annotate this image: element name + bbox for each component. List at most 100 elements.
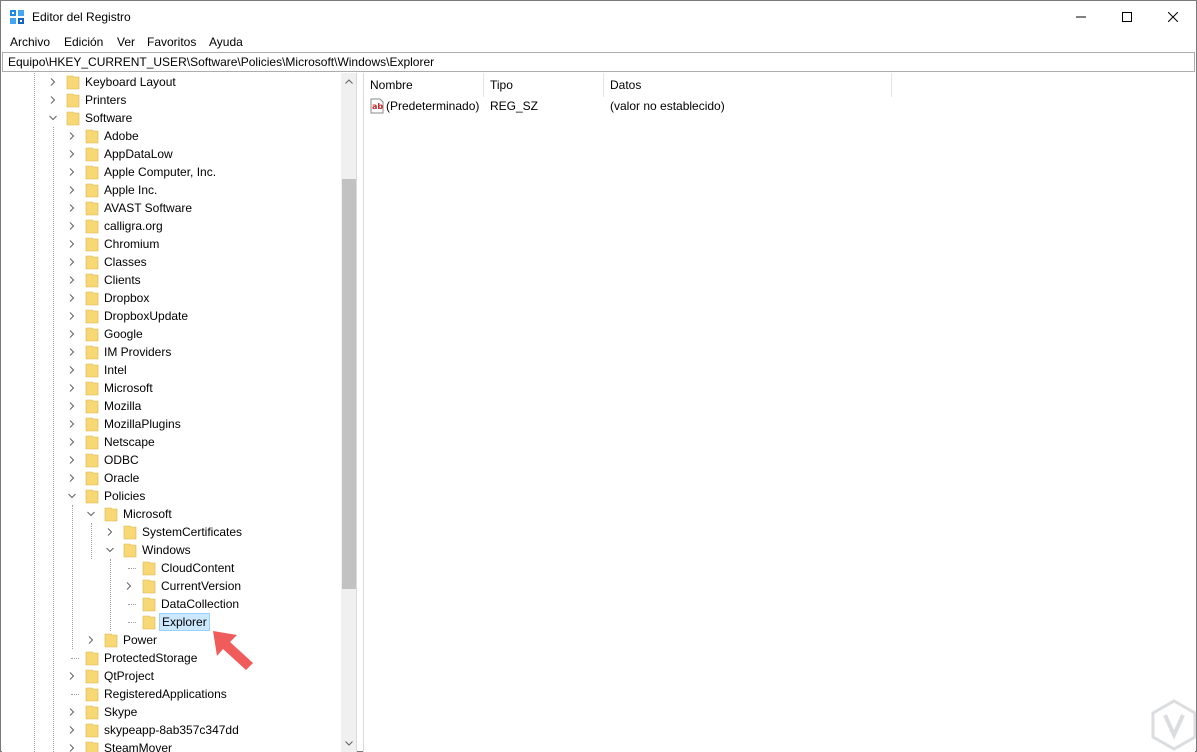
menu-archivo[interactable]: Archivo — [9, 34, 51, 50]
tree-item-label: CloudContent — [161, 561, 235, 575]
close-button[interactable] — [1150, 1, 1196, 32]
expand-toggle[interactable] — [65, 343, 79, 361]
expand-toggle[interactable] — [65, 469, 79, 487]
chevron-right-icon — [69, 186, 75, 194]
expand-toggle[interactable] — [65, 289, 79, 307]
expand-toggle[interactable] — [65, 721, 79, 739]
folder-icon — [66, 93, 80, 108]
chevron-right-icon — [69, 348, 75, 356]
expand-toggle[interactable] — [65, 145, 79, 163]
expand-toggle[interactable] — [65, 307, 79, 325]
menu-ayuda[interactable]: Ayuda — [208, 34, 244, 50]
folder-icon — [85, 489, 99, 504]
window-title: Editor del Registro — [32, 10, 131, 24]
menu-edicion[interactable]: Edición — [63, 34, 104, 50]
chevron-down-icon — [87, 511, 95, 517]
scroll-thumb[interactable] — [342, 179, 356, 589]
expand-toggle[interactable] — [65, 739, 79, 752]
tree-item-label: CurrentVersion — [161, 579, 242, 593]
folder-icon — [104, 633, 118, 648]
expand-toggle[interactable] — [65, 451, 79, 469]
expand-toggle[interactable] — [65, 361, 79, 379]
expand-toggle[interactable] — [65, 667, 79, 685]
scroll-down-button[interactable] — [341, 735, 356, 752]
key-tree-pane[interactable]: Keyboard Layout Printers Software Adobe AppD… — [2, 73, 357, 752]
expand-toggle[interactable] — [46, 91, 60, 109]
expand-toggle[interactable] — [65, 253, 79, 271]
tree-item-label: SystemCertificates — [142, 525, 243, 539]
expand-toggle[interactable] — [65, 271, 79, 289]
expand-toggle[interactable] — [65, 163, 79, 181]
folder-icon — [85, 453, 99, 468]
collapse-toggle[interactable] — [84, 505, 98, 523]
expand-toggle[interactable] — [65, 703, 79, 721]
collapse-toggle[interactable] — [46, 109, 60, 127]
folder-icon — [85, 309, 99, 324]
folder-icon — [85, 687, 99, 702]
value-type: REG_SZ — [490, 99, 539, 113]
chevron-right-icon — [50, 96, 56, 104]
registry-editor-window: Editor del Registro Archivo Edición Ver … — [0, 0, 1197, 752]
tree-connector-line — [128, 622, 136, 623]
tree-item-label: Google — [104, 327, 143, 341]
column-header-datos[interactable]: Datos — [604, 73, 892, 97]
expand-toggle[interactable] — [84, 631, 98, 649]
tree-item-label: Keyboard Layout — [85, 75, 176, 89]
expand-toggle[interactable] — [65, 127, 79, 145]
tree-item-label: DropboxUpdate — [104, 309, 189, 323]
tree-item-label: Intel — [104, 363, 127, 377]
tree-item-label: Netscape — [104, 435, 155, 449]
column-header-tipo[interactable]: Tipo — [484, 73, 604, 97]
collapse-toggle[interactable] — [103, 541, 117, 559]
expand-toggle[interactable] — [65, 181, 79, 199]
expand-toggle[interactable] — [65, 415, 79, 433]
tree-connector — [122, 595, 136, 613]
tree-item-label: DataCollection — [161, 597, 240, 611]
tree-item-label: ProtectedStorage — [104, 651, 198, 665]
chevron-right-icon — [107, 528, 113, 536]
tree-item[interactable]: Software — [2, 109, 340, 127]
tree-item-label: Dropbox — [104, 291, 150, 305]
expand-toggle[interactable] — [46, 73, 60, 91]
tree-item-label: Chromium — [104, 237, 160, 251]
tree-connector — [122, 559, 136, 577]
chevron-right-icon — [69, 708, 75, 716]
chevron-right-icon — [69, 168, 75, 176]
folder-icon — [85, 219, 99, 234]
tree-guide-line — [34, 73, 35, 752]
menu-ver[interactable]: Ver — [116, 34, 136, 50]
maximize-button[interactable] — [1104, 1, 1150, 32]
list-item[interactable]: ab (Predeterminado) REG_SZ (valor no est… — [364, 97, 1196, 115]
values-list-pane[interactable]: Nombre Tipo Datos ab (Predeterminado) RE… — [363, 73, 1195, 752]
column-header-nombre[interactable]: Nombre — [364, 73, 484, 97]
folder-icon — [85, 183, 99, 198]
expand-toggle[interactable] — [65, 217, 79, 235]
expand-toggle[interactable] — [65, 397, 79, 415]
expand-toggle[interactable] — [65, 235, 79, 253]
menu-favoritos[interactable]: Favoritos — [146, 34, 197, 50]
chevron-right-icon — [69, 204, 75, 212]
expand-toggle[interactable] — [103, 523, 117, 541]
chevron-up-icon — [345, 79, 353, 84]
folder-icon — [104, 507, 118, 522]
expand-toggle[interactable] — [65, 325, 79, 343]
expand-toggle[interactable] — [65, 379, 79, 397]
tree-item-label: QtProject — [104, 669, 155, 683]
tree-connector-line — [128, 604, 136, 605]
chevron-right-icon — [69, 402, 75, 410]
chevron-down-icon — [68, 493, 76, 499]
tree-connector — [122, 613, 136, 631]
expand-toggle[interactable] — [65, 199, 79, 217]
address-bar[interactable]: Equipo\HKEY_CURRENT_USER\Software\Polici… — [2, 52, 1195, 72]
expand-toggle[interactable] — [122, 577, 136, 595]
title-bar[interactable]: Editor del Registro — [1, 1, 1196, 32]
scroll-up-button[interactable] — [341, 73, 356, 90]
expand-toggle[interactable] — [65, 433, 79, 451]
minimize-button[interactable] — [1058, 1, 1104, 32]
collapse-toggle[interactable] — [65, 487, 79, 505]
tree-item[interactable]: Keyboard Layout — [2, 73, 340, 91]
value-data: (valor no establecido) — [610, 99, 725, 113]
list-header: Nombre Tipo Datos — [364, 73, 1196, 97]
tree-item[interactable]: Printers — [2, 91, 340, 109]
tree-vertical-scrollbar[interactable] — [341, 73, 356, 752]
